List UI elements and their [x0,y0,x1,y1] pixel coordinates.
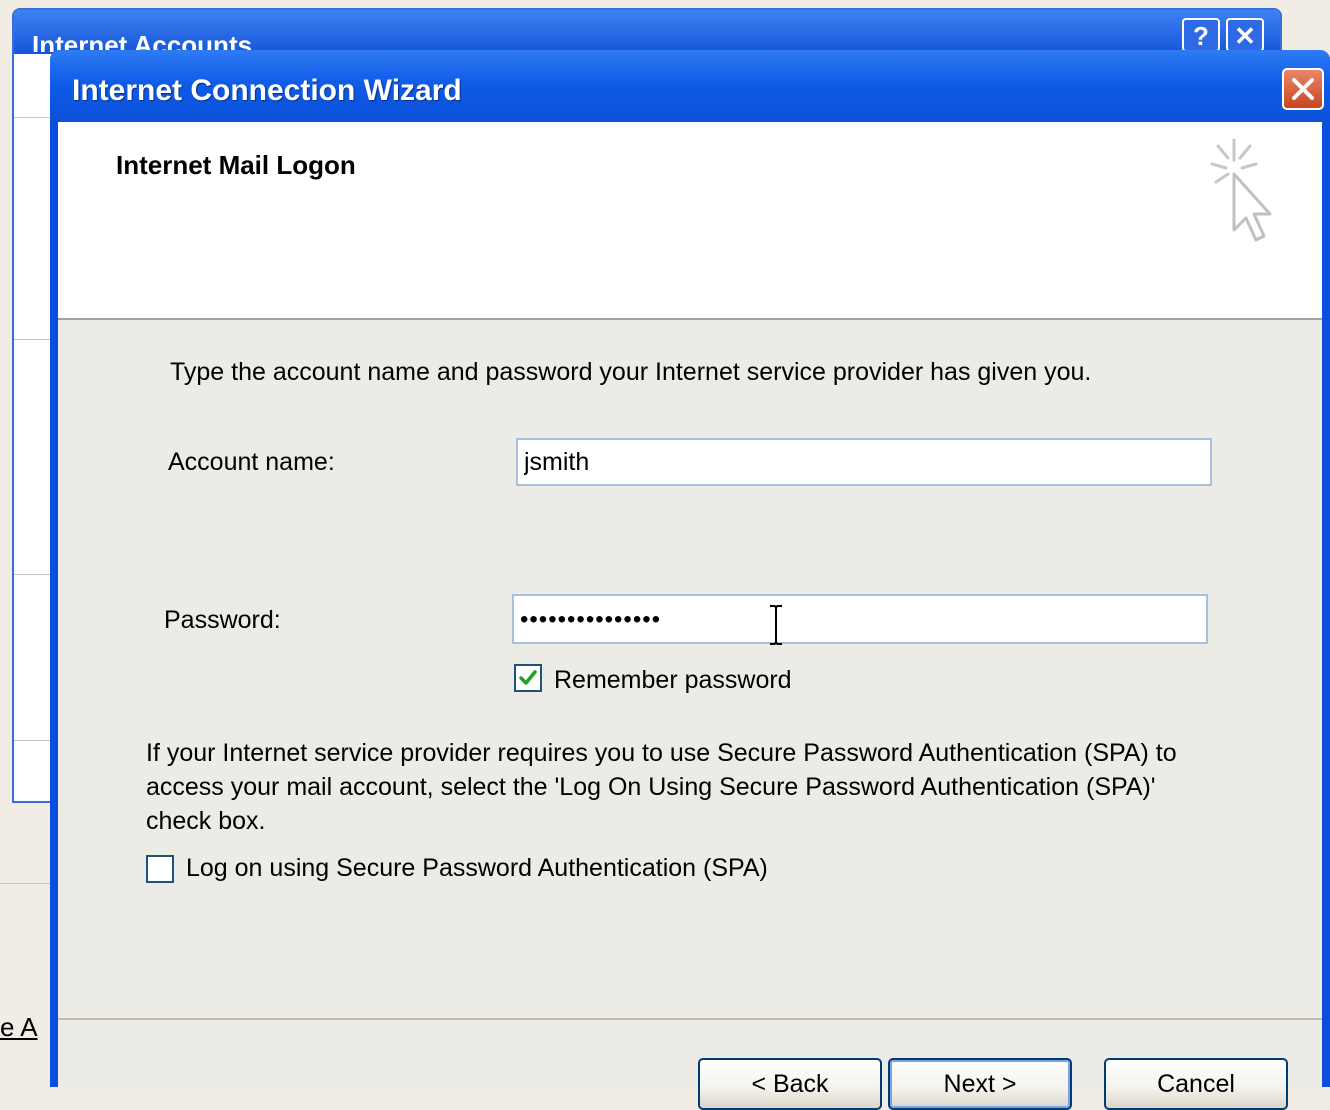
page-title: Internet Mail Logon [116,150,356,180]
wizard-title: Internet Connection Wizard [72,74,462,107]
spa-checkbox[interactable] [146,855,174,883]
background-window-title: Internet Accounts [32,30,253,52]
background-close-button[interactable]: ✕ [1226,18,1264,52]
wizard-body: Internet Mail Logon Type the account nam… [58,122,1322,1110]
close-icon [1292,78,1314,100]
background-titlebar: Internet Accounts ? ✕ [14,10,1280,54]
wizard-titlebar[interactable]: Internet Connection Wizard [50,50,1330,126]
checkmark-icon [519,670,537,685]
cancel-button[interactable]: Cancel [1104,1058,1288,1110]
text-cursor-icon [770,605,782,645]
remember-password-label[interactable]: Remember password [554,666,792,695]
remember-password-checkbox[interactable] [514,664,542,692]
cursor-click-icon [1210,138,1272,242]
account-name-input[interactable] [516,438,1212,486]
back-button[interactable]: < Back [698,1058,882,1110]
next-button[interactable]: Next > [888,1058,1072,1110]
spa-checkbox-label[interactable]: Log on using Secure Password Authenticat… [186,854,768,883]
background-link[interactable]: e A [0,1012,38,1043]
instruction-text: Type the account name and password your … [170,358,1092,386]
footer-divider [58,1018,1322,1020]
wizard-header-panel: Internet Mail Logon [58,122,1322,320]
close-button[interactable] [1282,68,1324,110]
password-input[interactable] [512,594,1208,644]
account-name-label: Account name: [168,448,335,476]
password-label: Password: [164,606,281,634]
spa-info-text: If your Internet service provider requir… [146,739,1177,835]
background-help-button[interactable]: ? [1182,18,1220,52]
wizard-dialog: Internet Connection Wizard Internet Mail… [50,50,1330,1110]
